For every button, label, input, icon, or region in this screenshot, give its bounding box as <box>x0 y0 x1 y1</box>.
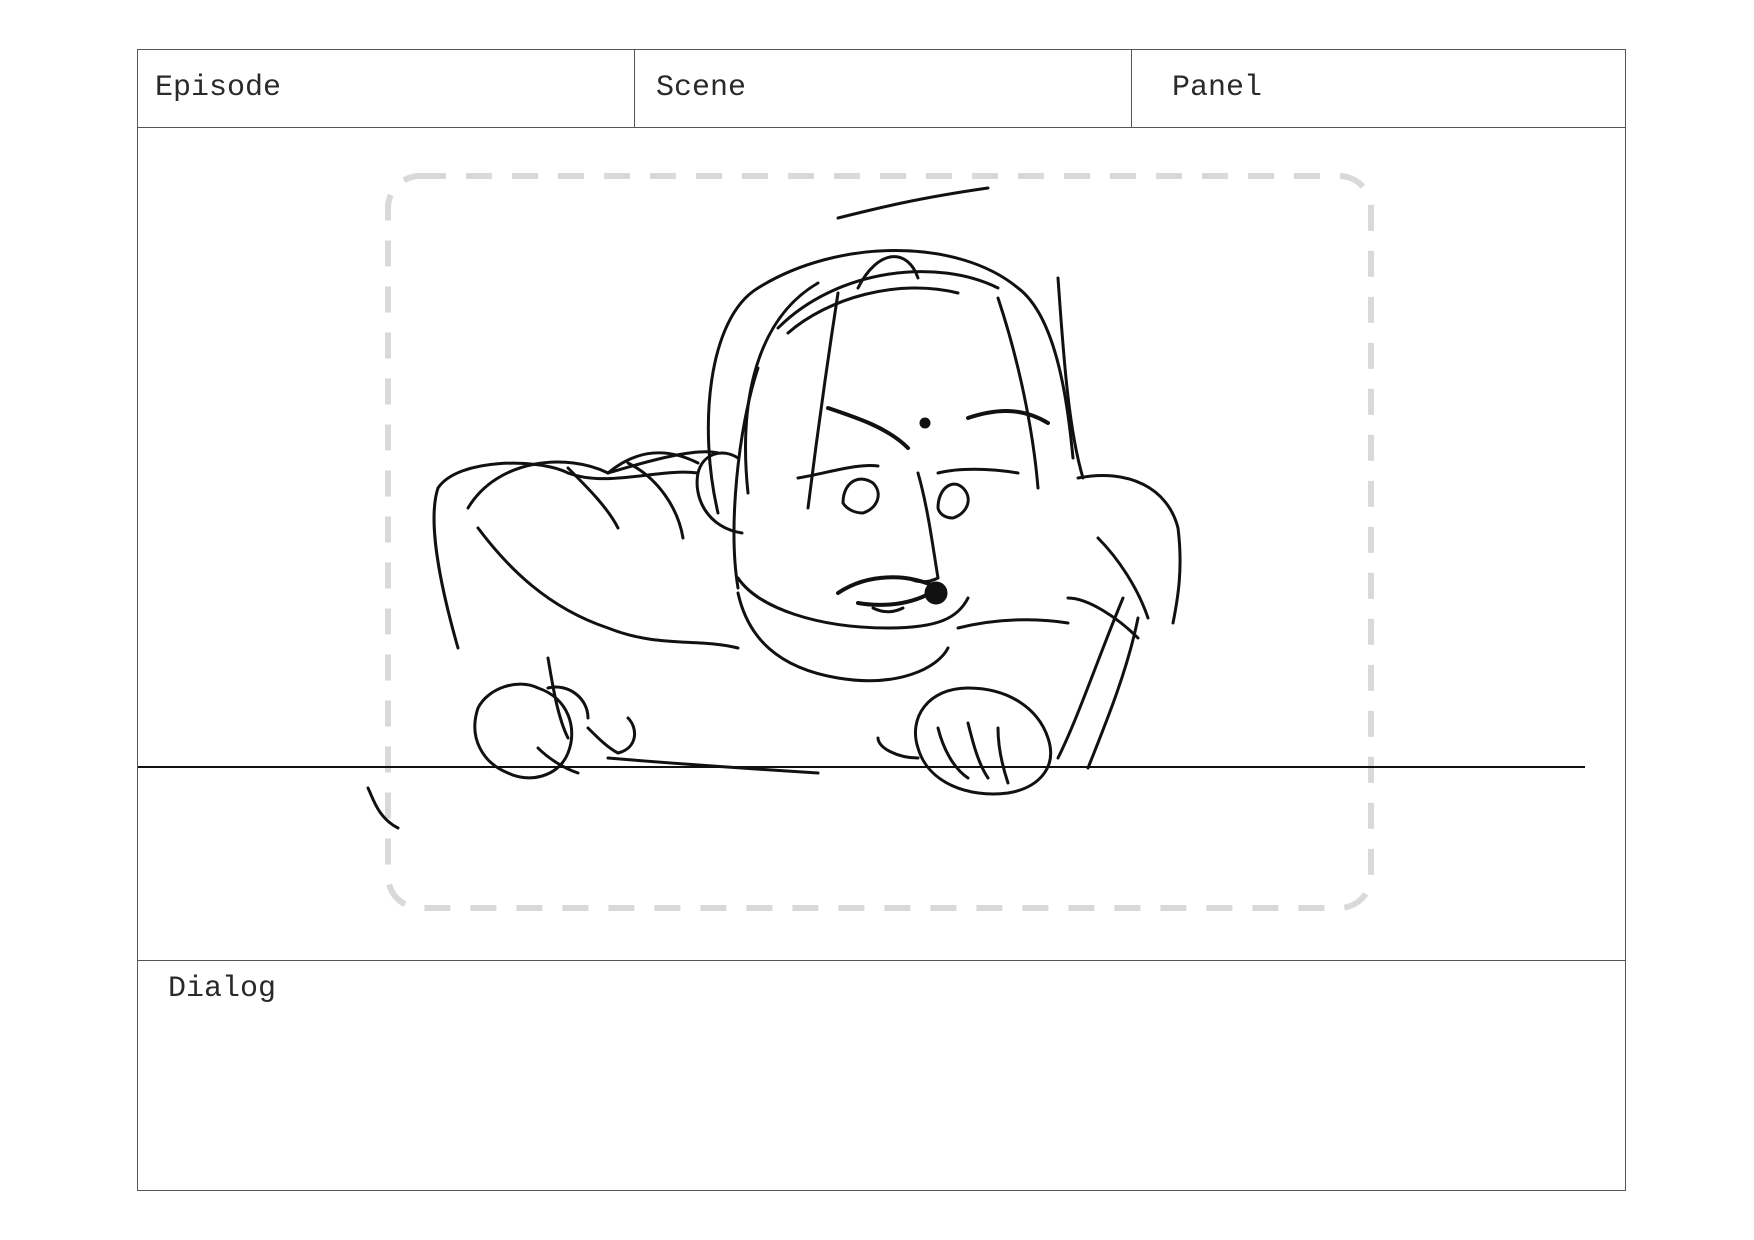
panel-label: Panel <box>1172 71 1263 105</box>
dialog-box[interactable]: Dialog <box>138 961 1625 1191</box>
header-row: Episode Scene Panel <box>138 50 1625 128</box>
scene-label: Scene <box>656 71 747 105</box>
episode-label: Episode <box>155 71 282 105</box>
storyboard-sheet: Episode Scene Panel Dialog <box>137 49 1626 1191</box>
safe-frame <box>385 173 1374 911</box>
sketch-canvas <box>138 173 1585 911</box>
episode-field[interactable]: Episode <box>138 50 635 127</box>
scene-field[interactable]: Scene <box>635 50 1132 127</box>
drawing-panel[interactable] <box>138 128 1625 961</box>
dialog-label: Dialog <box>168 972 277 1006</box>
panel-field[interactable]: Panel <box>1132 50 1627 127</box>
character-sketch <box>366 186 1182 830</box>
